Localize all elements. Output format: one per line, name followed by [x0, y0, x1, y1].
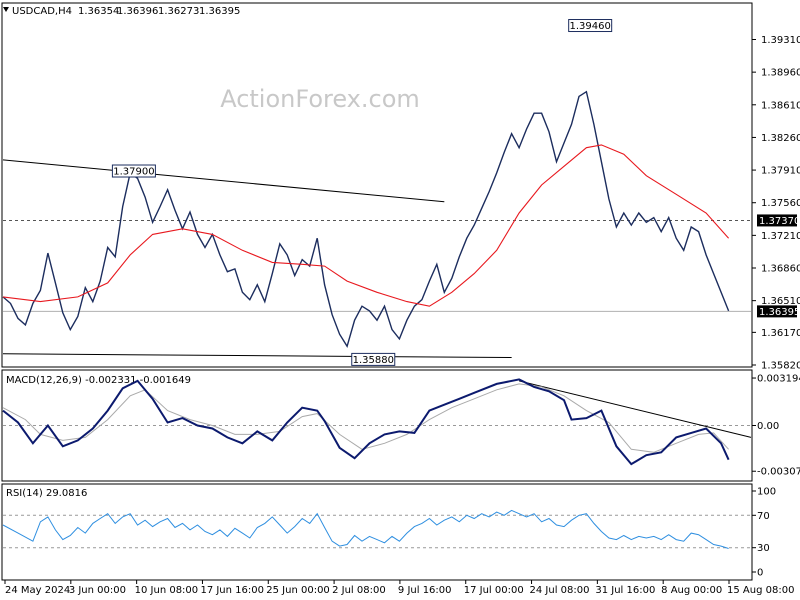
price-y-axis: 1.39310 1.38960 1.38610 1.38260 1.37910 1.375…: [752, 35, 800, 372]
x-tick-label: 10 Jun 08:00: [135, 585, 199, 596]
price-y-tick-label: 1.39310: [761, 35, 800, 46]
rsi-y-tick-label: 30: [757, 543, 770, 554]
x-tick-label: 9 Jul 16:00: [398, 585, 452, 596]
price-y-tick-label: 1.36170: [761, 328, 800, 339]
rsi-y-tick-label: 0: [757, 568, 763, 579]
time-axis: 24 May 20243 Jun 00:00 10 Jun 08:00 17 Jun…: [4, 580, 794, 596]
price-y-tick-label: 1.37210: [761, 231, 800, 242]
price-y-tick-label: 1.36860: [761, 264, 800, 275]
macd-y-axis: 0.003194 0.00 -0.003077: [752, 374, 800, 478]
x-tick-label: 25 Jun 00:00: [266, 585, 330, 596]
price-y-tick-label: 1.38260: [761, 133, 800, 144]
x-tick-label: 31 Jul 16:00: [595, 585, 655, 596]
rsi-panel-frame: [1, 483, 753, 581]
price-y-tick-label: 1.37910: [761, 166, 800, 177]
rsi-y-tick-label: 100: [757, 487, 776, 498]
rsi-y-axis: 100 70 30 0: [752, 487, 776, 579]
close-value: 1.36395: [199, 6, 240, 17]
price-y-tick-label: 1.36510: [761, 296, 800, 307]
open-value: 1.36354: [78, 6, 119, 17]
annotation-label: 1.39460: [570, 21, 611, 32]
low-value: 1.36273: [158, 6, 199, 17]
price-y-tick-label: 1.38610: [761, 100, 800, 111]
annotation-label: 1.35880: [353, 355, 394, 366]
x-tick-label: 24 Jul 08:00: [530, 585, 590, 596]
macd-title: MACD(12,26,9) -0.002331 -0.001649: [6, 375, 191, 386]
high-value: 1.36396: [117, 6, 158, 17]
x-tick-label: 2 Jul 08:00: [332, 585, 386, 596]
x-tick-label: 17 Jun 16:00: [200, 585, 264, 596]
macd-y-tick-label: 0.00: [757, 421, 779, 432]
rsi-title: RSI(14) 29.0816: [6, 488, 87, 499]
macd-y-tick-label: 0.003194: [757, 374, 800, 385]
price-panel-header: USDCAD,H4 1.36354 1.36396 1.36273 1.3639…: [3, 6, 240, 17]
watermark-text: ActionForex.com: [220, 85, 420, 113]
x-tick-label: 24 May 2024: [5, 585, 70, 596]
price-y-tick-label: 1.35820: [761, 361, 800, 372]
x-tick-label: 3 Jun 00:00: [69, 585, 126, 596]
price-level-label: 1.37370: [759, 216, 800, 227]
annotation-label: 1.37900: [113, 167, 154, 178]
chart-canvas: ActionForex.com USDCAD,H4 1.36354 1.3639…: [1, 2, 800, 596]
x-tick-label: 8 Aug 00:00: [661, 585, 722, 596]
x-tick-label: 15 Aug 08:00: [727, 585, 794, 596]
rsi-y-tick-label: 70: [757, 511, 770, 522]
macd-y-tick-label: -0.003077: [757, 467, 800, 478]
price-y-tick-label: 1.37560: [761, 198, 800, 209]
symbol-label: USDCAD,H4: [12, 6, 72, 17]
price-level-label: 1.36395: [759, 307, 800, 318]
price-y-tick-label: 1.38960: [761, 68, 800, 79]
price-panel-frame: [1, 2, 753, 368]
x-tick-label: 17 Jul 00:00: [464, 585, 524, 596]
